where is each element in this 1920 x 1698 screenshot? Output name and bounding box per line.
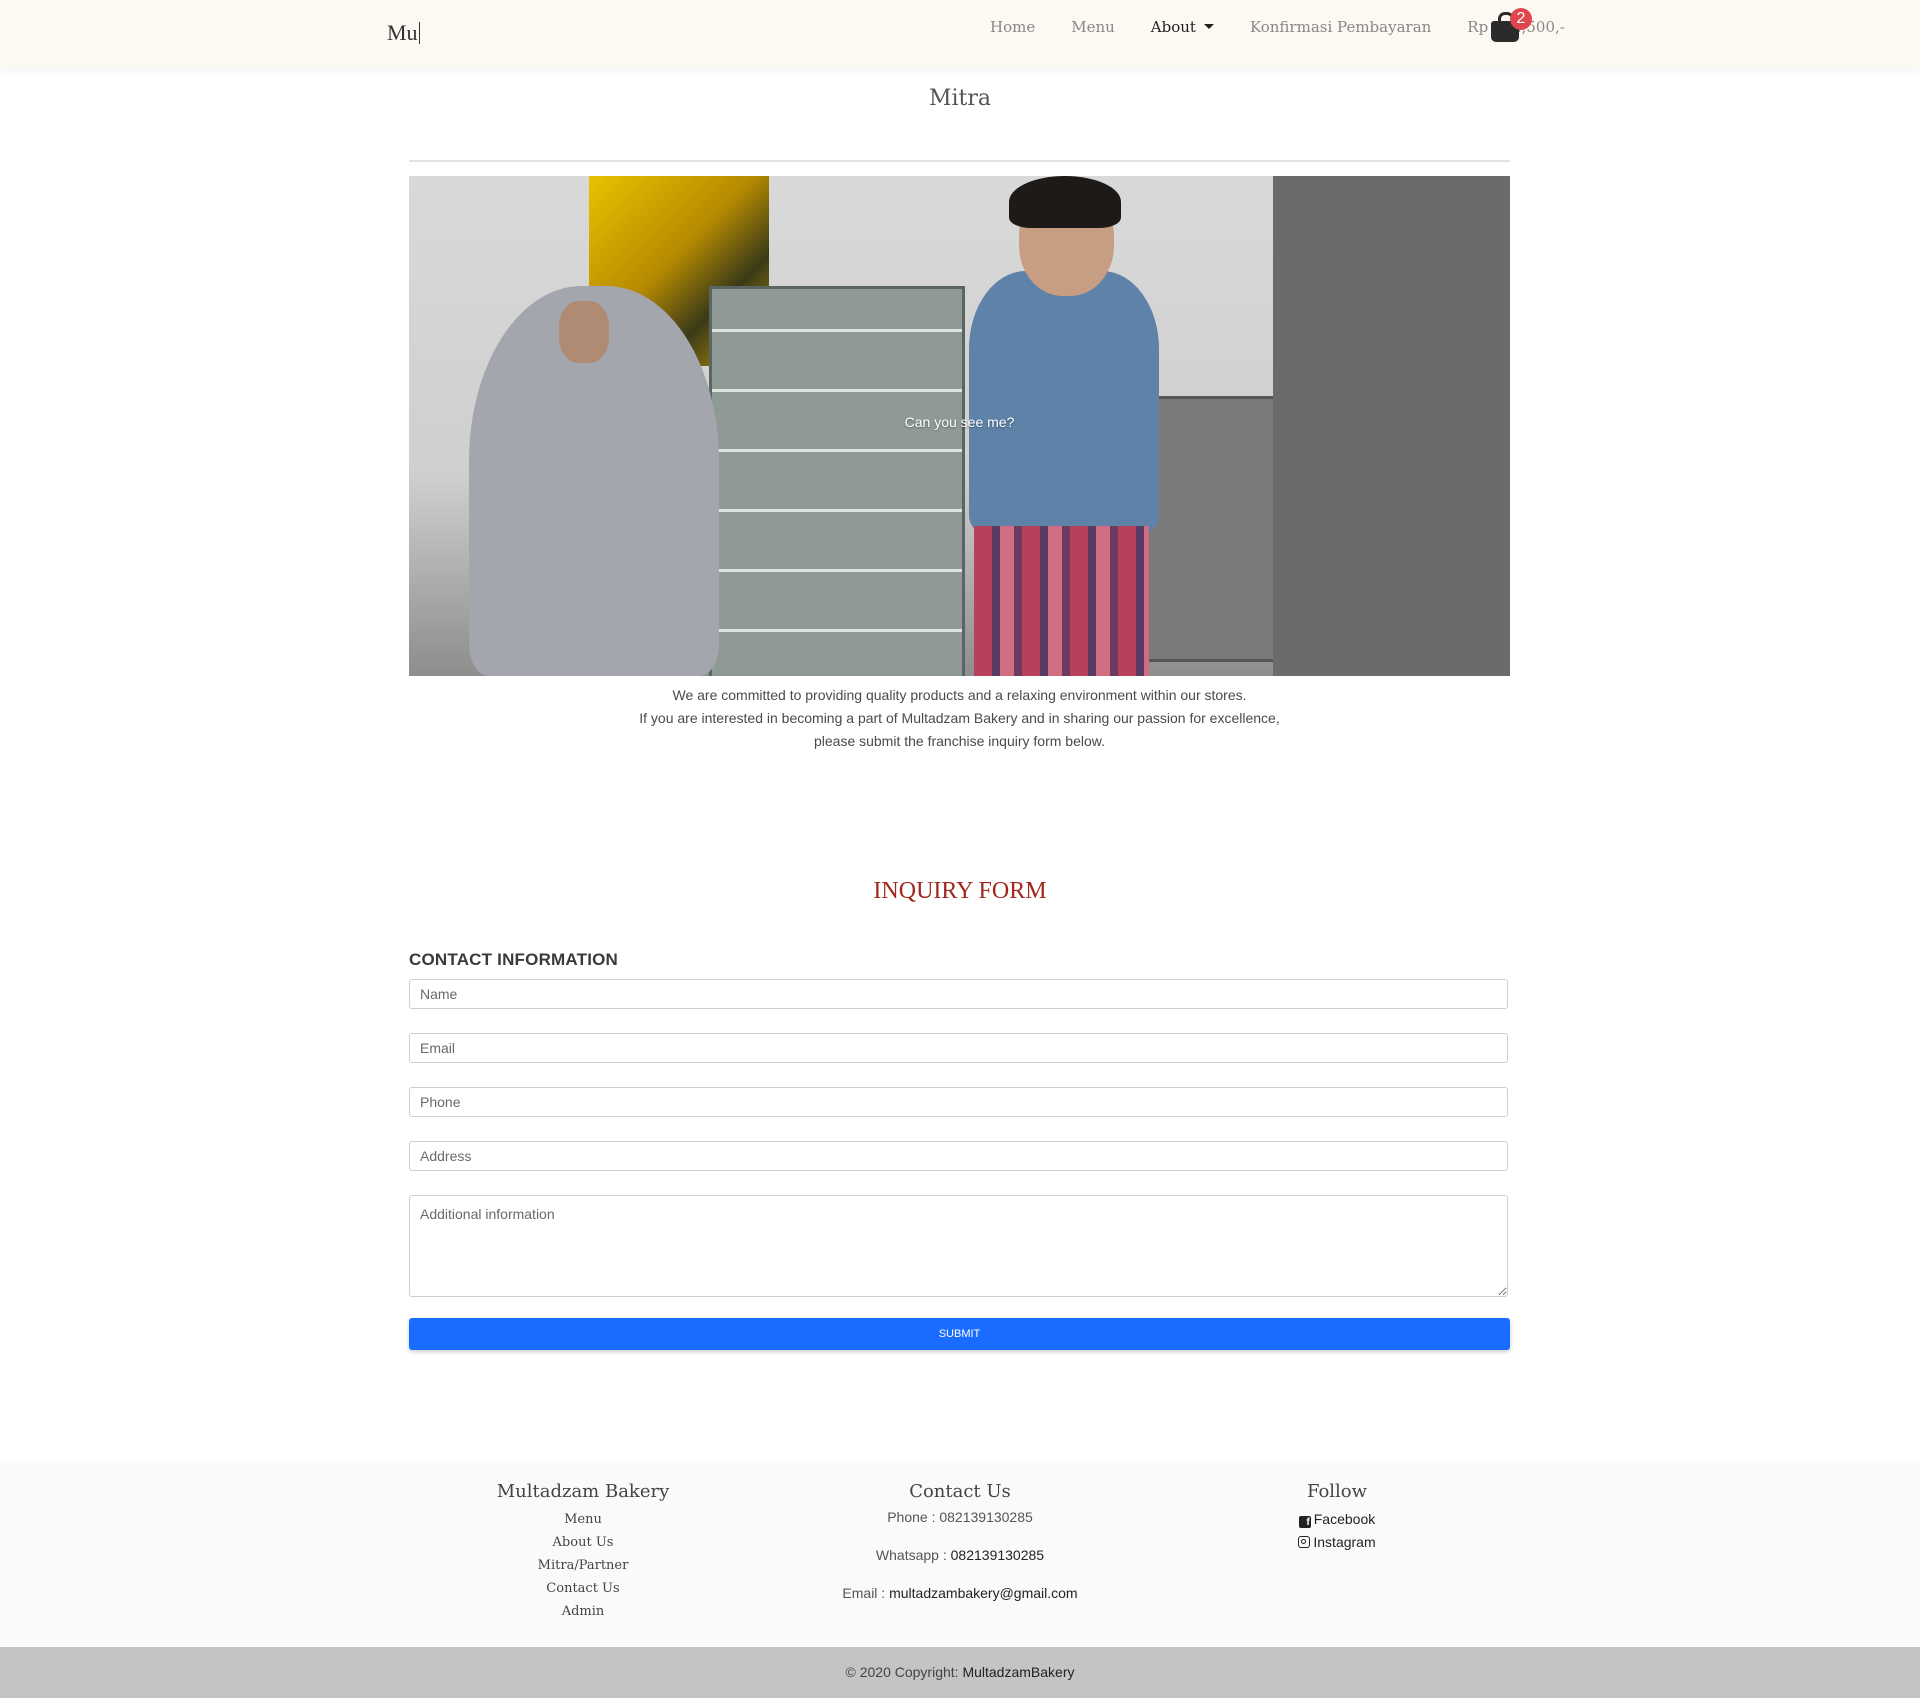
- nav-konfirmasi-pembayaran[interactable]: Konfirmasi Pembayaran: [1250, 18, 1431, 36]
- intro-line: We are committed to providing quality pr…: [672, 687, 1247, 703]
- footer: Multadzam Bakery Menu About Us Mitra/Par…: [0, 1461, 1920, 1647]
- footer-col-contact: Contact Us Phone : 082139130285 Whatsapp…: [750, 1481, 1170, 1622]
- nav-about-label: About: [1150, 18, 1196, 36]
- email-input[interactable]: [409, 1033, 1508, 1063]
- dropdown-caret-icon: [1203, 24, 1214, 29]
- copyright-bar: © 2020 Copyright: MultadzamBakery: [0, 1647, 1920, 1698]
- nav-about-dropdown[interactable]: About: [1151, 18, 1214, 36]
- copyright-text: © 2020 Copyright:: [845, 1664, 959, 1680]
- rack-shelf: [712, 629, 962, 632]
- instagram-label: Instagram: [1313, 1534, 1376, 1550]
- photo-woman-face: [559, 301, 609, 363]
- facebook-link[interactable]: f Facebook: [1127, 1508, 1547, 1531]
- footer-link-about-us[interactable]: About Us: [373, 1531, 793, 1554]
- nav-menu-link[interactable]: Menu: [1071, 18, 1115, 36]
- photo-rack: [709, 286, 965, 676]
- footer-col-bakery: Multadzam Bakery Menu About Us Mitra/Par…: [373, 1481, 793, 1623]
- whatsapp-value[interactable]: 082139130285: [951, 1547, 1044, 1563]
- photo-sarong: [974, 526, 1149, 676]
- email-value[interactable]: multadzambakery@gmail.com: [889, 1585, 1078, 1601]
- name-input[interactable]: [409, 979, 1508, 1009]
- footer-follow-title: Follow: [1306, 1481, 1368, 1502]
- page-title: Mitra: [928, 86, 992, 111]
- rack-shelf: [712, 509, 962, 512]
- footer-link-menu[interactable]: Menu: [373, 1508, 793, 1531]
- footer-whatsapp: Whatsapp : 082139130285: [750, 1546, 1170, 1564]
- intro-text: We are committed to providing quality pr…: [409, 684, 1510, 753]
- footer-phone: Phone : 082139130285: [750, 1508, 1170, 1526]
- footer-email: Email : multadzambakery@gmail.com: [750, 1584, 1170, 1602]
- phone-label: Phone :: [887, 1509, 936, 1525]
- hero-caption: Can you see me?: [904, 414, 1015, 430]
- footer-link-mitra-partner[interactable]: Mitra/Partner: [373, 1554, 793, 1577]
- footer-contact-title: Contact Us: [909, 1481, 1011, 1502]
- whatsapp-label: Whatsapp :: [875, 1547, 947, 1563]
- navbar: Mu Home Menu About Konfirmasi Pembayaran…: [0, 0, 1920, 68]
- email-label: Email :: [842, 1585, 886, 1601]
- contact-information-label: CONTACT INFORMATION: [409, 950, 619, 969]
- rack-shelf: [712, 329, 962, 332]
- footer-link-admin[interactable]: Admin: [373, 1600, 793, 1623]
- nav-home[interactable]: Home: [990, 18, 1035, 36]
- rack-shelf: [712, 449, 962, 452]
- copyright-brand-link[interactable]: MultadzamBakery: [962, 1664, 1074, 1680]
- phone-input[interactable]: [409, 1087, 1508, 1117]
- intro-line: If you are interested in becoming a part…: [639, 710, 1280, 726]
- footer-col-follow: Follow f Facebook Instagram: [1127, 1481, 1547, 1554]
- instagram-icon: [1298, 1536, 1311, 1548]
- cart-count-badge: 2: [1510, 8, 1532, 30]
- rack-shelf: [712, 569, 962, 572]
- photo-man-hair: [1009, 176, 1121, 228]
- nav-menu: Home Menu About Konfirmasi Pembayaran Rp…: [990, 14, 1571, 40]
- footer-link-contact-us[interactable]: Contact Us: [373, 1577, 793, 1600]
- additional-information-textarea[interactable]: [409, 1195, 1508, 1297]
- footer-bakery-title: Multadzam Bakery: [496, 1481, 670, 1502]
- text-cursor: [418, 22, 420, 44]
- facebook-icon: f: [1298, 1516, 1311, 1528]
- divider: [409, 160, 1510, 162]
- rack-shelf: [712, 389, 962, 392]
- instagram-link[interactable]: Instagram: [1127, 1531, 1547, 1554]
- facebook-label: Facebook: [1313, 1511, 1376, 1527]
- inquiry-form-title: INQUIRY FORM: [873, 878, 1047, 904]
- address-input[interactable]: [409, 1141, 1508, 1171]
- hero-image: Can you see me?: [409, 176, 1510, 676]
- intro-line: please submit the franchise inquiry form…: [813, 733, 1106, 749]
- phone-value: 082139130285: [939, 1509, 1033, 1525]
- brand-logo[interactable]: Mu: [387, 20, 420, 46]
- photo-man-shirt: [969, 271, 1159, 531]
- submit-button[interactable]: SUBMIT: [409, 1318, 1510, 1350]
